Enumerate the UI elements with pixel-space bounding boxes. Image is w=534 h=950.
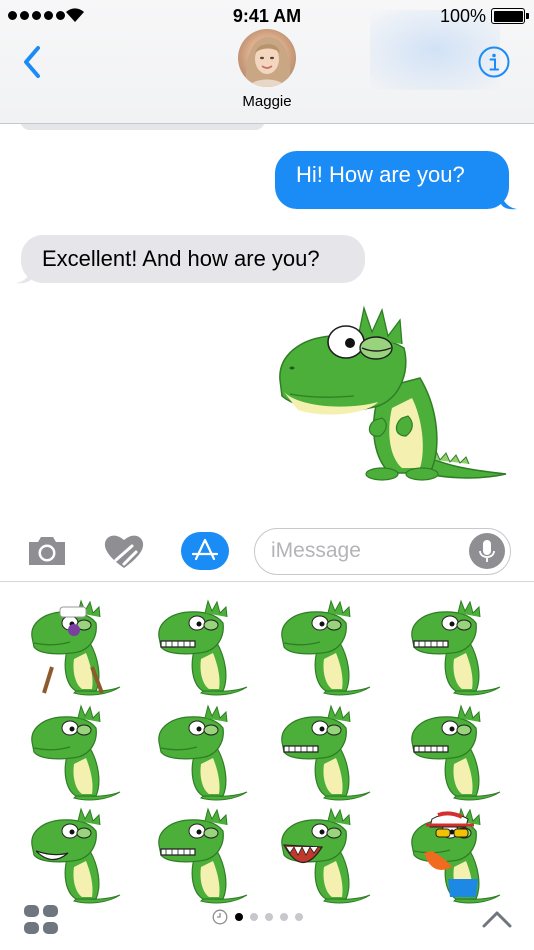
apps-grid-icon[interactable] xyxy=(24,905,60,937)
page-dot[interactable] xyxy=(250,913,258,921)
sticker-dino-grinning[interactable] xyxy=(402,702,502,802)
contact-name[interactable]: Maggie xyxy=(0,93,534,110)
sticker-dino-nervous[interactable] xyxy=(402,597,502,697)
recents-clock-icon[interactable] xyxy=(212,909,228,925)
page-indicator[interactable] xyxy=(212,909,303,925)
battery-percent: 100% xyxy=(439,6,486,26)
avatar[interactable] xyxy=(238,29,296,87)
chevron-left-icon[interactable] xyxy=(18,42,48,82)
app-store-button[interactable] xyxy=(181,532,229,570)
message-field[interactable] xyxy=(254,528,511,575)
sticker-dino-injured[interactable] xyxy=(22,597,122,697)
page-dot[interactable] xyxy=(235,913,243,921)
sticker-dino-cool-cap[interactable] xyxy=(402,805,502,905)
chevron-up-icon[interactable] xyxy=(480,907,514,931)
page-dot[interactable] xyxy=(295,913,303,921)
message-input[interactable] xyxy=(271,529,461,573)
camera-icon[interactable] xyxy=(26,534,68,568)
outgoing-bubble-tail xyxy=(501,194,517,210)
incoming-bubble-tail xyxy=(16,268,32,284)
page-dot[interactable] xyxy=(280,913,288,921)
outgoing-message[interactable]: Hi! How are you? xyxy=(275,151,509,209)
sticker-dino-angry[interactable] xyxy=(149,597,249,697)
drawer-bottom-bar xyxy=(0,895,534,950)
sticker-dino-shocked[interactable] xyxy=(272,702,372,802)
message-input-bar xyxy=(0,520,534,582)
sticker-dino-laughing[interactable] xyxy=(22,805,122,905)
sticker-dino-grumpy[interactable] xyxy=(149,702,249,802)
microphone-icon xyxy=(479,540,495,562)
app-store-icon xyxy=(191,538,219,561)
battery-icon xyxy=(491,8,529,24)
status-bar: 9:41 AM 100% xyxy=(0,0,534,34)
sticker-dino-bored[interactable] xyxy=(272,597,372,697)
digital-touch-heart-icon[interactable] xyxy=(102,532,146,570)
sticker-dino-screaming[interactable] xyxy=(272,805,372,905)
sticker-dino-smiling[interactable] xyxy=(149,805,249,905)
sent-dinosaur-sticker[interactable] xyxy=(270,298,510,486)
sticker-dino-pouting[interactable] xyxy=(22,702,122,802)
microphone-button[interactable] xyxy=(469,533,505,569)
info-icon[interactable] xyxy=(477,45,511,79)
incoming-message[interactable]: Excellent! And how are you? xyxy=(21,235,365,283)
page-dot[interactable] xyxy=(265,913,273,921)
